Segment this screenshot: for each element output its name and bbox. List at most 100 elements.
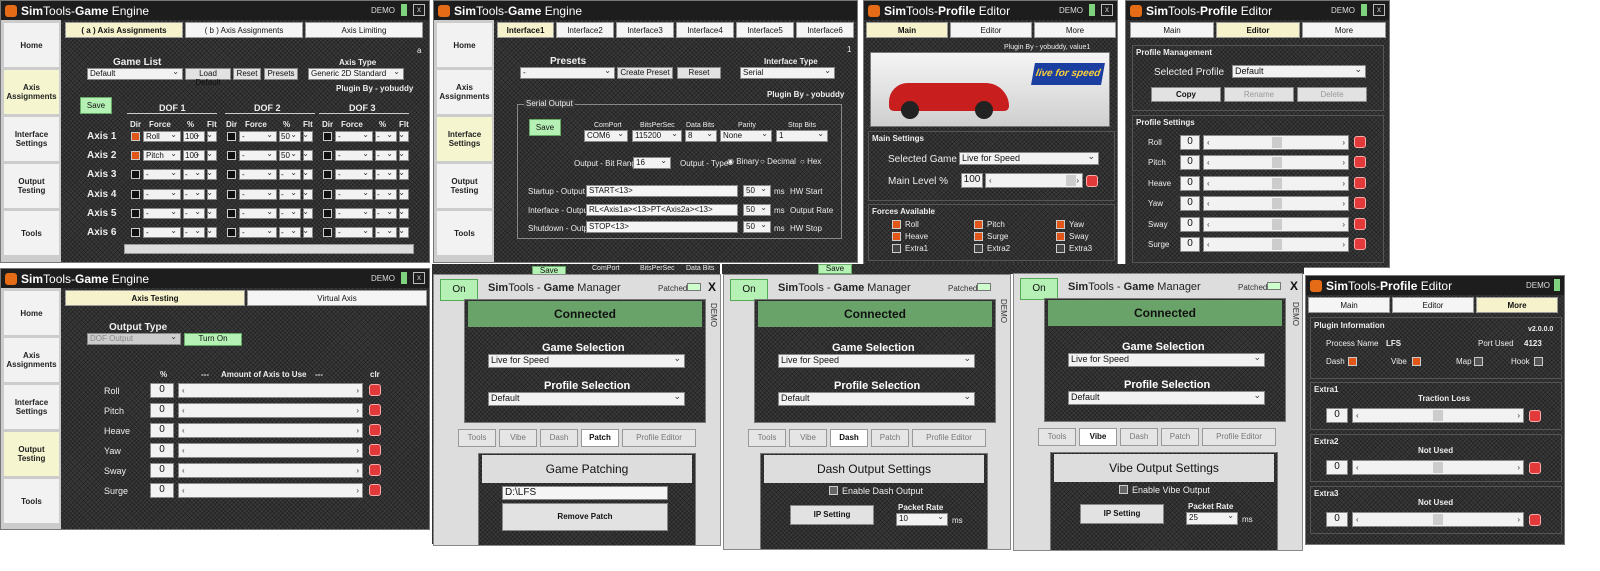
tab-vibe[interactable]: Vibe xyxy=(499,429,537,447)
create-preset-button[interactable]: Create Preset xyxy=(617,67,673,79)
startup-output-field[interactable]: START<13> xyxy=(586,185,738,197)
tab-editor[interactable]: Editor xyxy=(1216,22,1300,38)
tab-main[interactable]: Main xyxy=(1308,297,1390,313)
vibe-checkbox[interactable] xyxy=(1412,357,1421,366)
reset-main-level-icon[interactable] xyxy=(1086,175,1098,187)
load-default-button[interactable]: Load Default xyxy=(185,68,231,87)
save-button[interactable]: Save xyxy=(80,97,112,114)
tab-tools[interactable]: Tools xyxy=(1038,428,1076,446)
pct-select[interactable]: - xyxy=(279,227,301,238)
sidebar-item-tools[interactable]: Tools xyxy=(437,211,492,255)
profile-row-slider[interactable]: ‹ › xyxy=(1203,175,1349,191)
tab-interface5[interactable]: Interface5 xyxy=(736,22,794,38)
flt-select[interactable] xyxy=(207,207,217,219)
horizontal-scrollbar[interactable] xyxy=(124,244,414,254)
profile-selection-select[interactable]: Default xyxy=(488,392,685,406)
force-checkbox[interactable] xyxy=(892,244,901,253)
pct-select[interactable]: - xyxy=(183,188,205,200)
shutdown-output-field[interactable]: STOP<13> xyxy=(586,221,738,233)
force-select[interactable]: - xyxy=(143,207,181,219)
force-select[interactable]: - xyxy=(335,131,373,142)
reset-row-icon[interactable] xyxy=(1354,176,1366,189)
dir-checkbox[interactable] xyxy=(131,170,140,180)
dir-checkbox[interactable] xyxy=(131,151,140,161)
pct-select[interactable]: - xyxy=(375,150,397,162)
pct-select[interactable]: - xyxy=(375,207,397,219)
close-button[interactable]: x xyxy=(413,272,425,284)
game-selection-select[interactable]: Live for Speed xyxy=(488,354,685,368)
output-type-select[interactable]: DOF Output xyxy=(87,333,181,345)
tab-tools[interactable]: Tools xyxy=(748,429,786,447)
close-button[interactable]: X xyxy=(1290,279,1298,293)
startup-ms-select[interactable]: 50 xyxy=(743,185,771,197)
sidebar-item-interface[interactable]: Interface Settings xyxy=(4,385,59,429)
force-checkbox[interactable] xyxy=(892,232,901,241)
tab-more[interactable]: More xyxy=(1302,22,1386,38)
enable-dash-checkbox[interactable] xyxy=(829,486,838,495)
force-select[interactable]: - xyxy=(143,227,181,238)
pct-select[interactable]: - xyxy=(279,188,301,200)
pct-select[interactable]: - xyxy=(375,169,397,181)
reset-row-icon[interactable] xyxy=(1354,136,1366,148)
copy-button[interactable]: Copy xyxy=(1151,87,1221,102)
axis-test-slider[interactable]: ‹ › xyxy=(178,443,363,458)
pct-select[interactable]: - xyxy=(375,227,397,238)
close-button[interactable]: x xyxy=(1101,4,1113,16)
remove-patch-button[interactable]: Remove Patch xyxy=(502,503,668,531)
flt-select[interactable] xyxy=(399,188,409,200)
tab-editor[interactable]: Editor xyxy=(950,22,1032,38)
flt-select[interactable] xyxy=(207,169,217,181)
sidebar-item-tools[interactable]: Tools xyxy=(4,479,59,523)
flt-select[interactable] xyxy=(399,227,409,238)
force-checkbox[interactable] xyxy=(974,232,983,241)
sidebar-item-home[interactable]: Home xyxy=(437,23,492,67)
hook-checkbox[interactable] xyxy=(1534,357,1543,366)
tab-tools[interactable]: Tools xyxy=(458,429,496,447)
tab-interface1[interactable]: Interface1 xyxy=(497,22,554,38)
turn-on-button[interactable]: Turn On xyxy=(184,333,242,346)
tab-axis-a[interactable]: ( a ) Axis Assignments xyxy=(65,22,183,38)
tab-more[interactable]: More xyxy=(1476,297,1558,313)
axis-test-slider[interactable]: ‹ › xyxy=(178,483,363,498)
main-level-slider[interactable]: ‹ › xyxy=(985,173,1083,188)
clear-axis-icon[interactable] xyxy=(369,404,381,416)
dir-checkbox[interactable] xyxy=(323,228,332,237)
profile-row-slider[interactable]: ‹ › xyxy=(1203,155,1349,171)
force-select[interactable]: - xyxy=(239,150,277,162)
tab-patch[interactable]: Patch xyxy=(581,429,619,447)
tab-axis-testing[interactable]: Axis Testing xyxy=(65,290,245,306)
reset-extra-icon[interactable] xyxy=(1529,514,1541,526)
dir-checkbox[interactable] xyxy=(227,208,236,218)
clear-axis-icon[interactable] xyxy=(369,484,381,496)
profile-selection-select[interactable]: Default xyxy=(778,392,975,406)
axis-test-slider[interactable]: ‹ › xyxy=(178,383,363,398)
force-select[interactable]: - xyxy=(335,150,373,162)
pct-select[interactable]: - xyxy=(183,207,205,219)
pct-select[interactable]: - xyxy=(375,131,397,142)
force-select[interactable]: - xyxy=(335,169,373,181)
force-select[interactable]: - xyxy=(239,207,277,219)
presets-button[interactable]: Presets xyxy=(264,68,298,80)
interface-ms-select[interactable]: 50 xyxy=(743,204,771,216)
radio-decimal[interactable]: ○ Decimal xyxy=(760,157,796,166)
ip-setting-button[interactable]: IP Setting xyxy=(790,505,874,525)
force-checkbox[interactable] xyxy=(892,220,901,229)
reset-extra-icon[interactable] xyxy=(1529,462,1541,474)
dash-checkbox[interactable] xyxy=(1348,357,1357,366)
axis-type-select[interactable]: Generic 2D Standard xyxy=(308,68,404,80)
dir-checkbox[interactable] xyxy=(227,189,236,199)
reset-row-icon[interactable] xyxy=(1354,197,1366,210)
flt-select[interactable] xyxy=(207,227,217,238)
pct-select[interactable]: - xyxy=(183,169,205,181)
flt-select[interactable] xyxy=(207,150,217,162)
game-list-select[interactable]: Default xyxy=(87,68,183,80)
dir-checkbox[interactable] xyxy=(323,170,332,180)
close-button[interactable]: x xyxy=(413,4,425,16)
clear-axis-icon[interactable] xyxy=(369,384,381,396)
force-select[interactable]: - xyxy=(143,169,181,181)
reset-row-icon[interactable] xyxy=(1354,217,1366,230)
extra-slider[interactable]: ‹ › xyxy=(1352,460,1524,475)
pct-select[interactable]: 50 xyxy=(279,150,301,162)
game-selection-select[interactable]: Live for Speed xyxy=(778,354,975,368)
tab-vibe[interactable]: Vibe xyxy=(789,429,827,447)
